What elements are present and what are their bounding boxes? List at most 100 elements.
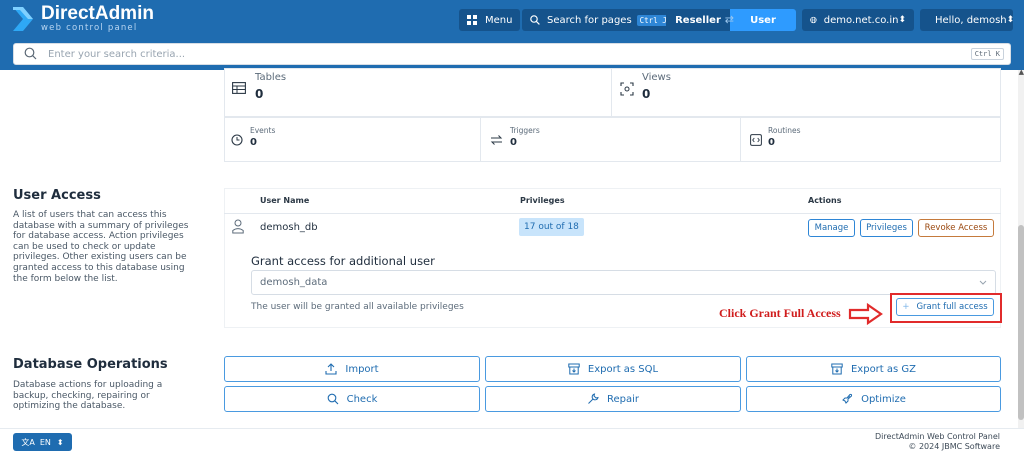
search-pages-shortcut: Ctrl J bbox=[636, 14, 670, 26]
domain-label: demo.net.co.in bbox=[823, 14, 899, 26]
user-icon bbox=[232, 219, 244, 234]
logo-title: DirectAdmin bbox=[41, 3, 154, 24]
plus-icon: + bbox=[902, 302, 910, 312]
repair-button[interactable]: Repair bbox=[485, 386, 741, 412]
scrollbar-thumb[interactable] bbox=[1018, 225, 1024, 420]
routines-value: 0 bbox=[768, 137, 775, 148]
export-gz-button[interactable]: Export as GZ bbox=[746, 356, 1001, 382]
routines-label: Routines bbox=[768, 126, 801, 135]
archive-box-icon bbox=[831, 363, 843, 375]
search-icon bbox=[24, 47, 37, 60]
search-input[interactable] bbox=[48, 46, 848, 62]
search-icon bbox=[327, 393, 338, 405]
code-icon bbox=[750, 134, 762, 146]
footer-text: DirectAdmin Web Control Panel © 2024 JBM… bbox=[875, 432, 1000, 452]
arrow-right-annotation-icon bbox=[848, 303, 883, 325]
check-button[interactable]: Check bbox=[224, 386, 480, 412]
privileges-badge: 17 out of 18 bbox=[519, 218, 584, 236]
domain-selector[interactable]: demo.net.co.in ⬍ bbox=[802, 9, 914, 31]
grant-note: The user will be granted all available p… bbox=[251, 302, 464, 312]
grant-title: Grant access for additional user bbox=[251, 254, 435, 268]
events-value: 0 bbox=[250, 137, 257, 148]
db-ops-description: Database actions for uploading a backup,… bbox=[13, 380, 163, 412]
language-label: EN bbox=[39, 437, 51, 447]
translate-icon: 文A bbox=[21, 437, 35, 447]
grant-full-access-label: Grant full access bbox=[916, 302, 988, 312]
optimize-label: Optimize bbox=[861, 393, 906, 405]
divider bbox=[611, 68, 612, 117]
updown-chevron-icon: ⬍ bbox=[56, 437, 64, 447]
grant-full-access-button[interactable]: + Grant full access bbox=[896, 298, 994, 316]
clock-icon bbox=[231, 134, 243, 146]
check-label: Check bbox=[346, 393, 378, 405]
export-sql-button[interactable]: Export as SQL bbox=[485, 356, 741, 382]
manage-button[interactable]: Manage bbox=[808, 219, 855, 237]
table-icon bbox=[232, 82, 246, 94]
updown-chevron-icon: ⬍ bbox=[898, 15, 906, 25]
menu-button[interactable]: Menu bbox=[459, 9, 521, 31]
archive-box-icon bbox=[568, 363, 580, 375]
swap-icon: ⇄ bbox=[724, 13, 734, 26]
views-value: 0 bbox=[642, 87, 651, 101]
export-sql-label: Export as SQL bbox=[587, 363, 659, 375]
rocket-icon bbox=[842, 393, 853, 404]
export-gz-label: Export as GZ bbox=[850, 363, 917, 375]
user-access-title: User Access bbox=[13, 188, 101, 203]
directadmin-logo-icon bbox=[13, 7, 33, 31]
scroll-up-arrow-icon[interactable]: ▲ bbox=[1019, 68, 1024, 76]
stats-card-bottom bbox=[224, 117, 1001, 162]
events-label: Events bbox=[250, 126, 276, 135]
menu-label: Menu bbox=[485, 14, 513, 26]
col-privileges: Privileges bbox=[520, 196, 565, 205]
header-divider bbox=[224, 213, 1001, 214]
user-tab[interactable]: User bbox=[730, 9, 796, 31]
optimize-button[interactable]: Optimize bbox=[746, 386, 1001, 412]
logo-subtitle: web control panel bbox=[41, 23, 138, 33]
triggers-value: 0 bbox=[510, 137, 517, 148]
col-user-name: User Name bbox=[260, 196, 310, 205]
import-button[interactable]: Import bbox=[224, 356, 480, 382]
views-scan-icon bbox=[620, 82, 634, 96]
footer-line-1: DirectAdmin Web Control Panel bbox=[874, 432, 1000, 441]
search-pages-label: Search for pages bbox=[547, 14, 632, 26]
user-label: User bbox=[750, 14, 776, 26]
search-pages-button[interactable]: Search for pages Ctrl J bbox=[522, 9, 678, 31]
triggers-label: Triggers bbox=[510, 126, 540, 135]
global-search: Ctrl K bbox=[13, 43, 1011, 65]
stats-card-top bbox=[224, 68, 1001, 117]
language-selector[interactable]: 文A EN ⬍ bbox=[13, 433, 72, 451]
tables-value: 0 bbox=[255, 87, 264, 101]
greeting-label: Hello, demosh bbox=[935, 14, 1007, 26]
grant-selected-value: demosh_data bbox=[260, 277, 328, 288]
globe-icon bbox=[810, 16, 817, 24]
annotation-text: Click Grant Full Access bbox=[719, 306, 841, 320]
col-actions: Actions bbox=[808, 196, 842, 205]
reseller-user-switch[interactable]: Reseller ⇄ User bbox=[666, 9, 796, 31]
chevron-down-icon bbox=[979, 280, 987, 285]
divider bbox=[480, 117, 481, 162]
swap-arrows-icon bbox=[490, 135, 503, 145]
repair-label: Repair bbox=[606, 393, 640, 405]
user-access-description: A list of users that can access this dat… bbox=[13, 210, 189, 284]
tables-label: Tables bbox=[255, 72, 287, 83]
user-menu-button[interactable]: Hello, demosh ⬍ bbox=[920, 9, 1015, 31]
footer-line-2: © 2024 JBMC Software bbox=[908, 442, 1000, 451]
updown-chevron-icon: ⬍ bbox=[1006, 15, 1015, 25]
reseller-tab[interactable]: Reseller ⇄ bbox=[666, 9, 734, 31]
divider bbox=[740, 117, 741, 162]
privileges-button[interactable]: Privileges bbox=[860, 219, 913, 237]
views-label: Views bbox=[642, 72, 671, 83]
reseller-label: Reseller bbox=[675, 14, 721, 26]
import-label: Import bbox=[345, 363, 379, 375]
grant-user-select[interactable]: demosh_data bbox=[251, 270, 996, 295]
wrench-icon bbox=[588, 393, 599, 404]
logo[interactable]: DirectAdmin web control panel bbox=[11, 4, 154, 34]
search-icon bbox=[530, 15, 540, 25]
bottom-bar bbox=[0, 428, 1024, 471]
row-user-name: demosh_db bbox=[260, 222, 318, 233]
grid-icon bbox=[467, 15, 477, 25]
upload-icon bbox=[325, 363, 337, 375]
search-shortcut: Ctrl K bbox=[970, 48, 1004, 60]
revoke-access-button[interactable]: Revoke Access bbox=[918, 219, 994, 237]
db-ops-title: Database Operations bbox=[13, 357, 168, 372]
